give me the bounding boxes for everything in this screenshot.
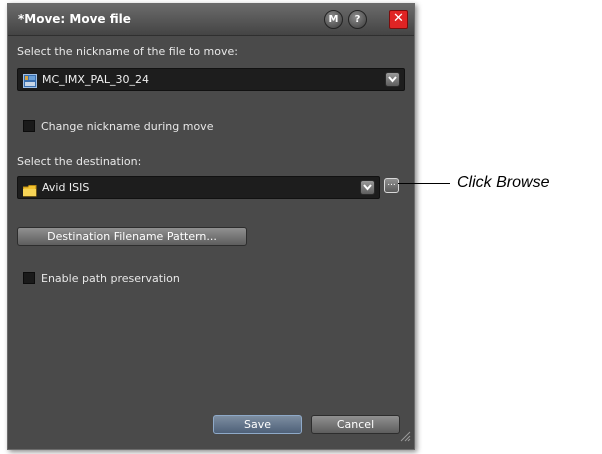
media-file-icon <box>23 73 37 92</box>
macro-button[interactable]: M <box>324 10 343 29</box>
move-file-dialog: *Move: Move file M ? ✕ Select the nickna… <box>7 3 415 450</box>
destination-filename-pattern-button[interactable]: Destination Filename Pattern... <box>17 227 247 246</box>
path-preservation-checkbox[interactable] <box>23 272 35 284</box>
change-nickname-checkbox[interactable] <box>23 120 35 132</box>
callout-line <box>398 183 450 184</box>
callout-text: Click Browse <box>457 174 550 191</box>
destination-label: Select the destination: <box>17 155 142 168</box>
change-nickname-label: Change nickname during move <box>41 120 214 133</box>
dialog-title: *Move: Move file <box>18 12 131 26</box>
resize-grip-icon[interactable] <box>399 427 411 446</box>
chevron-down-icon[interactable] <box>360 180 375 195</box>
file-select-value: MC_IMX_PAL_30_24 <box>42 73 150 86</box>
destination-select-value: Avid ISIS <box>42 181 90 194</box>
file-label: Select the nickname of the file to move: <box>17 45 238 58</box>
path-preservation-label: Enable path preservation <box>41 272 180 285</box>
chevron-down-icon[interactable] <box>385 72 400 87</box>
title-bar[interactable]: *Move: Move file M ? ✕ <box>8 4 414 36</box>
close-button[interactable]: ✕ <box>389 10 408 29</box>
folder-icon <box>22 182 37 201</box>
file-select[interactable]: MC_IMX_PAL_30_24 <box>17 68 405 91</box>
destination-select[interactable]: Avid ISIS <box>17 176 380 199</box>
browse-button[interactable]: ... <box>384 178 399 193</box>
save-button[interactable]: Save <box>213 415 302 434</box>
cancel-button[interactable]: Cancel <box>311 415 400 434</box>
help-button[interactable]: ? <box>348 10 367 29</box>
